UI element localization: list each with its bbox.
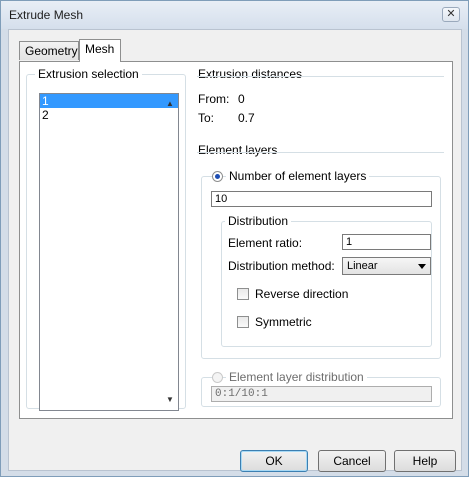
tab-label: Geometry bbox=[25, 44, 78, 58]
title-bar: Extrude Mesh ✕ bbox=[1, 1, 468, 29]
extrusion-selection-list[interactable]: 1 2 ▲ ▼ bbox=[39, 93, 179, 411]
distribution-group: Distribution Element ratio: 1 Distributi… bbox=[221, 214, 432, 347]
from-label: From: bbox=[198, 92, 230, 106]
scroll-down-icon[interactable]: ▼ bbox=[164, 394, 176, 406]
distribution-method-select[interactable]: Linear bbox=[342, 257, 431, 275]
element-layers-group: Element layers Number of element layers … bbox=[192, 143, 445, 415]
close-icon: ✕ bbox=[446, 8, 456, 20]
element-layers-title: Element layers bbox=[195, 143, 281, 157]
close-button[interactable]: ✕ bbox=[442, 7, 460, 22]
tab-geometry[interactable]: Geometry bbox=[19, 41, 79, 60]
divider bbox=[197, 152, 444, 153]
list-item[interactable]: 1 bbox=[40, 94, 178, 108]
number-of-layers-radio[interactable] bbox=[212, 171, 223, 182]
reverse-direction-label[interactable]: Reverse direction bbox=[255, 287, 348, 301]
number-of-layers-label[interactable]: Number of element layers bbox=[226, 169, 370, 183]
reverse-direction-checkbox[interactable] bbox=[237, 288, 249, 300]
extrusion-distances-title: Extrusion distances bbox=[195, 67, 306, 81]
ok-button[interactable]: OK bbox=[240, 450, 308, 472]
tab-label: Mesh bbox=[85, 42, 115, 56]
dialog-client: Geometry Mesh Extrusion selection Extrus… bbox=[8, 29, 462, 472]
symmetric-label[interactable]: Symmetric bbox=[255, 315, 312, 329]
symmetric-checkbox[interactable] bbox=[237, 316, 249, 328]
list-item[interactable]: 2 bbox=[40, 108, 178, 122]
element-ratio-input[interactable]: 1 bbox=[342, 234, 431, 250]
layer-distribution-radio[interactable] bbox=[212, 372, 223, 383]
extrusion-selection-title: Extrusion selection bbox=[35, 67, 142, 81]
distribution-method-value: Linear bbox=[347, 260, 378, 272]
layer-distribution-label[interactable]: Element layer distribution bbox=[226, 370, 367, 384]
distribution-method-label: Distribution method: bbox=[228, 259, 335, 273]
layer-distribution-group: Element layer distribution 0:1/10:1 bbox=[201, 370, 441, 407]
help-button[interactable]: Help bbox=[394, 450, 456, 472]
divider bbox=[197, 76, 444, 77]
element-ratio-label: Element ratio: bbox=[228, 236, 303, 250]
from-value: 0 bbox=[238, 92, 245, 106]
layer-distribution-input: 0:1/10:1 bbox=[211, 386, 432, 402]
cancel-button[interactable]: Cancel bbox=[318, 450, 386, 472]
to-value: 0.7 bbox=[238, 111, 255, 125]
distribution-title: Distribution bbox=[225, 214, 292, 228]
scroll-up-icon[interactable]: ▲ bbox=[164, 98, 176, 110]
number-of-layers-input[interactable]: 10 bbox=[211, 191, 432, 207]
window-title: Extrude Mesh bbox=[9, 8, 84, 22]
extrusion-distances-group: Extrusion distances From: 0 To: 0.7 bbox=[192, 67, 445, 134]
chevron-down-icon bbox=[418, 264, 426, 269]
tab-mesh[interactable]: Mesh bbox=[79, 39, 121, 62]
to-label: To: bbox=[198, 111, 215, 125]
number-of-layers-group: Number of element layers 10 Distribution… bbox=[201, 169, 441, 359]
extrude-mesh-dialog: Extrude Mesh ✕ Geometry Mesh Extrusion s… bbox=[0, 0, 469, 477]
